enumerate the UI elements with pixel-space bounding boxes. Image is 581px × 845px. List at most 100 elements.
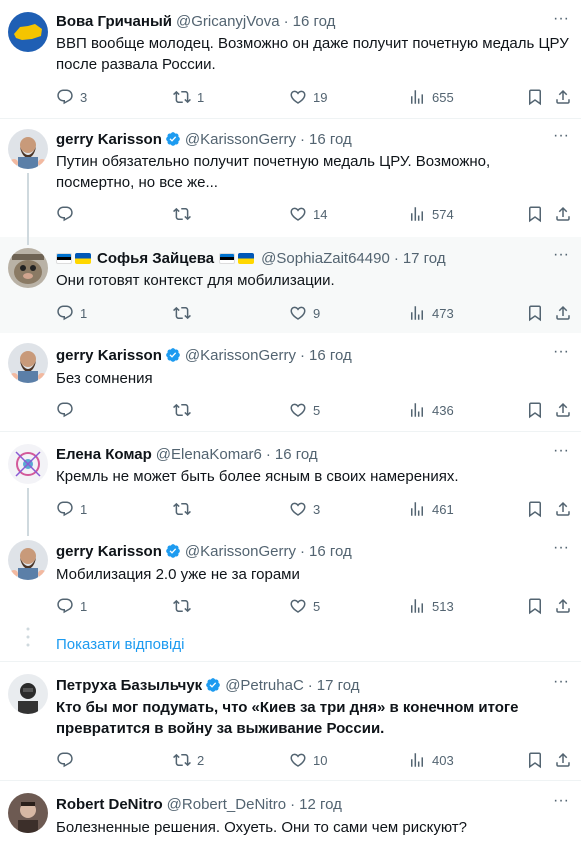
author-handle[interactable]: @PetruhaC xyxy=(225,677,304,694)
views-button[interactable]: 655 xyxy=(408,86,454,108)
retweet-button[interactable]: 2 xyxy=(173,749,204,771)
retweet-button[interactable] xyxy=(173,399,197,421)
reply-button[interactable]: 1 xyxy=(56,595,87,617)
like-count: 9 xyxy=(313,305,321,321)
avatar[interactable] xyxy=(8,248,48,288)
author-name[interactable]: gerry Karisson xyxy=(56,543,162,560)
avatar[interactable] xyxy=(8,540,48,580)
views-button[interactable]: 513 xyxy=(408,595,454,617)
author-handle[interactable]: @ElenaKomar6 xyxy=(156,446,262,463)
views-count: 403 xyxy=(432,752,454,768)
reply-button[interactable] xyxy=(56,203,80,225)
more-options-icon[interactable]: ··· xyxy=(551,344,571,365)
share-button[interactable] xyxy=(554,399,578,421)
bar-chart-icon xyxy=(408,205,426,223)
tweet-petruha[interactable]: Петруха Базыльчук @PetruhaC · 17 год ···… xyxy=(0,662,581,780)
retweet-button[interactable] xyxy=(173,595,197,617)
more-options-icon[interactable]: ··· xyxy=(551,674,571,695)
tweet-robert[interactable]: Robert DeNitro @Robert_DeNitro · 12 год … xyxy=(0,781,581,845)
timestamp[interactable]: 16 год xyxy=(293,13,336,30)
author-name[interactable]: Вова Гричаный xyxy=(56,13,172,30)
share-button[interactable] xyxy=(554,498,578,520)
tweet-gerry-3[interactable]: gerry Karisson @KarissonGerry · 16 год ·… xyxy=(0,528,581,660)
more-options-icon[interactable]: ··· xyxy=(551,11,571,32)
author-name[interactable]: gerry Karisson xyxy=(56,347,162,364)
avatar[interactable] xyxy=(8,343,48,383)
views-button[interactable]: 461 xyxy=(408,498,454,520)
like-button[interactable]: 5 xyxy=(289,399,320,421)
views-button[interactable]: 473 xyxy=(408,302,454,324)
like-button[interactable]: 14 xyxy=(289,203,327,225)
views-button[interactable]: 574 xyxy=(408,203,454,225)
author-name[interactable]: Елена Комар xyxy=(56,446,152,463)
reply-button[interactable]: 3 xyxy=(56,86,87,108)
more-options-icon[interactable]: ··· xyxy=(551,247,571,268)
tweet-elena[interactable]: Елена Комар @ElenaKomar6 · 16 год ··· Кр… xyxy=(0,432,581,528)
like-button[interactable]: 3 xyxy=(289,498,320,520)
share-button[interactable] xyxy=(554,86,578,108)
like-button[interactable]: 19 xyxy=(289,86,327,108)
views-button[interactable]: 403 xyxy=(408,749,454,771)
retweet-button[interactable] xyxy=(173,498,197,520)
author-name[interactable]: gerry Karisson xyxy=(56,131,162,148)
thread-line xyxy=(27,237,29,245)
reply-button[interactable]: 1 xyxy=(56,302,87,324)
more-options-icon[interactable]: ··· xyxy=(551,540,571,561)
author-name[interactable]: Софья Зайцева xyxy=(97,250,214,267)
reply-icon xyxy=(56,597,74,615)
bookmark-button[interactable] xyxy=(526,302,550,324)
verified-badge-icon xyxy=(205,677,221,693)
tweet-vova[interactable]: Вова Гричаный @GricanyjVova · 16 год ···… xyxy=(0,0,581,118)
like-button[interactable]: 9 xyxy=(289,302,320,324)
reply-button[interactable]: 1 xyxy=(56,498,87,520)
tweet-gerry-2[interactable]: gerry Karisson @KarissonGerry · 16 год ·… xyxy=(0,333,581,431)
bookmark-button[interactable] xyxy=(526,203,550,225)
avatar[interactable] xyxy=(8,444,48,484)
separator-dot: · xyxy=(265,445,271,463)
share-button[interactable] xyxy=(554,302,578,324)
more-options-icon[interactable]: ··· xyxy=(551,128,571,149)
author-handle[interactable]: @Robert_DeNitro xyxy=(167,796,286,813)
share-button[interactable] xyxy=(554,203,578,225)
author-name[interactable]: Robert DeNitro xyxy=(56,796,163,813)
retweet-button[interactable]: 1 xyxy=(173,86,204,108)
timestamp[interactable]: 17 год xyxy=(403,250,446,267)
show-replies-link[interactable]: Показати відповіді xyxy=(56,636,184,653)
timestamp[interactable]: 16 год xyxy=(275,446,318,463)
more-options-icon[interactable]: ··· xyxy=(551,443,571,464)
timestamp[interactable]: 17 год xyxy=(317,677,360,694)
author-handle[interactable]: @KarissonGerry xyxy=(185,543,296,560)
author-name[interactable]: Петруха Базыльчук xyxy=(56,677,202,694)
like-button[interactable]: 5 xyxy=(289,595,320,617)
timestamp[interactable]: 16 год xyxy=(309,131,352,148)
bookmark-button[interactable] xyxy=(526,399,550,421)
retweet-button[interactable] xyxy=(173,203,197,225)
tweet-sofya[interactable]: Софья Зайцева @SophiaZait64490 · 17 год … xyxy=(0,237,581,333)
tweet-actions: 1 3 461 xyxy=(56,498,573,520)
share-button[interactable] xyxy=(554,749,578,771)
avatar[interactable] xyxy=(8,793,48,833)
share-button[interactable] xyxy=(554,595,578,617)
author-handle[interactable]: @KarissonGerry xyxy=(185,347,296,364)
views-button[interactable]: 436 xyxy=(408,399,454,421)
separator-dot: · xyxy=(393,249,399,267)
bookmark-button[interactable] xyxy=(526,749,550,771)
reply-button[interactable] xyxy=(56,399,80,421)
avatar[interactable] xyxy=(8,12,48,52)
avatar[interactable] xyxy=(8,129,48,169)
reply-button[interactable] xyxy=(56,749,80,771)
author-handle[interactable]: @KarissonGerry xyxy=(185,131,296,148)
retweet-button[interactable] xyxy=(173,302,197,324)
like-button[interactable]: 10 xyxy=(289,749,327,771)
more-options-icon[interactable]: ··· xyxy=(551,793,571,814)
timestamp[interactable]: 16 год xyxy=(309,543,352,560)
bookmark-button[interactable] xyxy=(526,86,550,108)
author-handle[interactable]: @SophiaZait64490 xyxy=(261,250,390,267)
avatar[interactable] xyxy=(8,674,48,714)
bookmark-button[interactable] xyxy=(526,595,550,617)
author-handle[interactable]: @GricanyjVova xyxy=(176,13,280,30)
tweet-gerry-1[interactable]: gerry Karisson @KarissonGerry · 16 год ·… xyxy=(0,119,581,237)
bookmark-button[interactable] xyxy=(526,498,550,520)
timestamp[interactable]: 16 год xyxy=(309,347,352,364)
timestamp[interactable]: 12 год xyxy=(299,796,342,813)
